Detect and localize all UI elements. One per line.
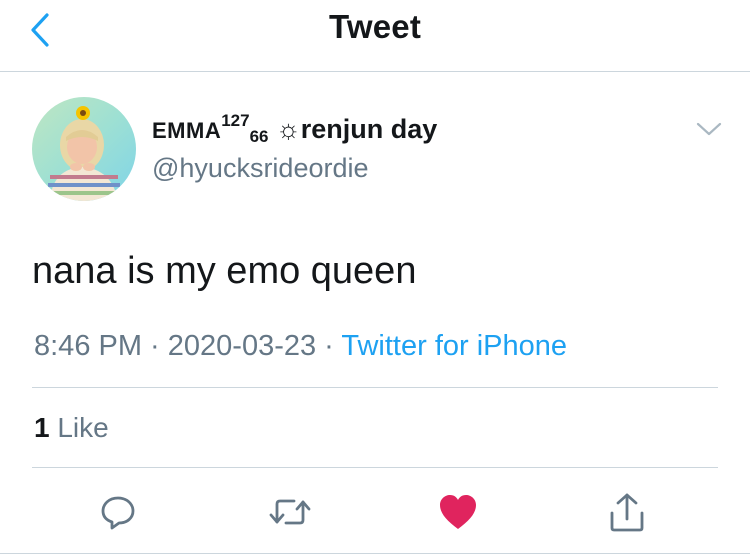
display-name-subscript: 66 xyxy=(249,127,269,146)
tweet-text: nana is my emo queen xyxy=(32,250,417,292)
more-options-button[interactable] xyxy=(694,118,724,140)
meta-separator: · xyxy=(316,330,342,362)
divider xyxy=(32,467,718,468)
display-name-superscript: 127 xyxy=(221,111,250,130)
like-button[interactable] xyxy=(436,490,480,534)
retweet-icon xyxy=(269,499,311,525)
display-name-prefix: EMMA xyxy=(152,118,222,143)
share-icon xyxy=(610,493,644,532)
page-title: Tweet xyxy=(328,8,422,45)
tweet-meta: 8:46 PM · 2020-03-23 · Twitter for iPhon… xyxy=(34,330,567,363)
meta-separator: · xyxy=(142,330,168,362)
author-info[interactable]: EMMA12766 ☼renjun day @hyucksrideordie xyxy=(152,112,437,184)
user-avatar xyxy=(32,97,136,201)
chevron-down-icon xyxy=(696,122,722,136)
tweet-time: 8:46 PM xyxy=(34,330,142,362)
share-button[interactable] xyxy=(605,490,649,534)
tweet-source-link[interactable]: Twitter for iPhone xyxy=(341,330,567,362)
likes-label: Like xyxy=(49,412,109,443)
avatar[interactable] xyxy=(32,97,136,201)
heart-icon xyxy=(440,495,476,529)
user-handle: @hyucksrideordie xyxy=(152,153,369,183)
reply-icon xyxy=(101,496,135,530)
bottom-divider xyxy=(0,553,750,554)
display-name-suffix: ☼renjun day xyxy=(268,114,438,144)
likes-count-link[interactable]: 1 Like xyxy=(34,412,109,444)
divider xyxy=(32,387,718,388)
tweet-date: 2020-03-23 xyxy=(167,330,317,362)
reply-button[interactable] xyxy=(96,490,140,534)
retweet-button[interactable] xyxy=(268,490,312,534)
display-name: EMMA12766 ☼renjun day xyxy=(152,112,437,148)
navigation-bar: Tweet xyxy=(0,0,750,72)
likes-count: 1 xyxy=(34,412,50,443)
